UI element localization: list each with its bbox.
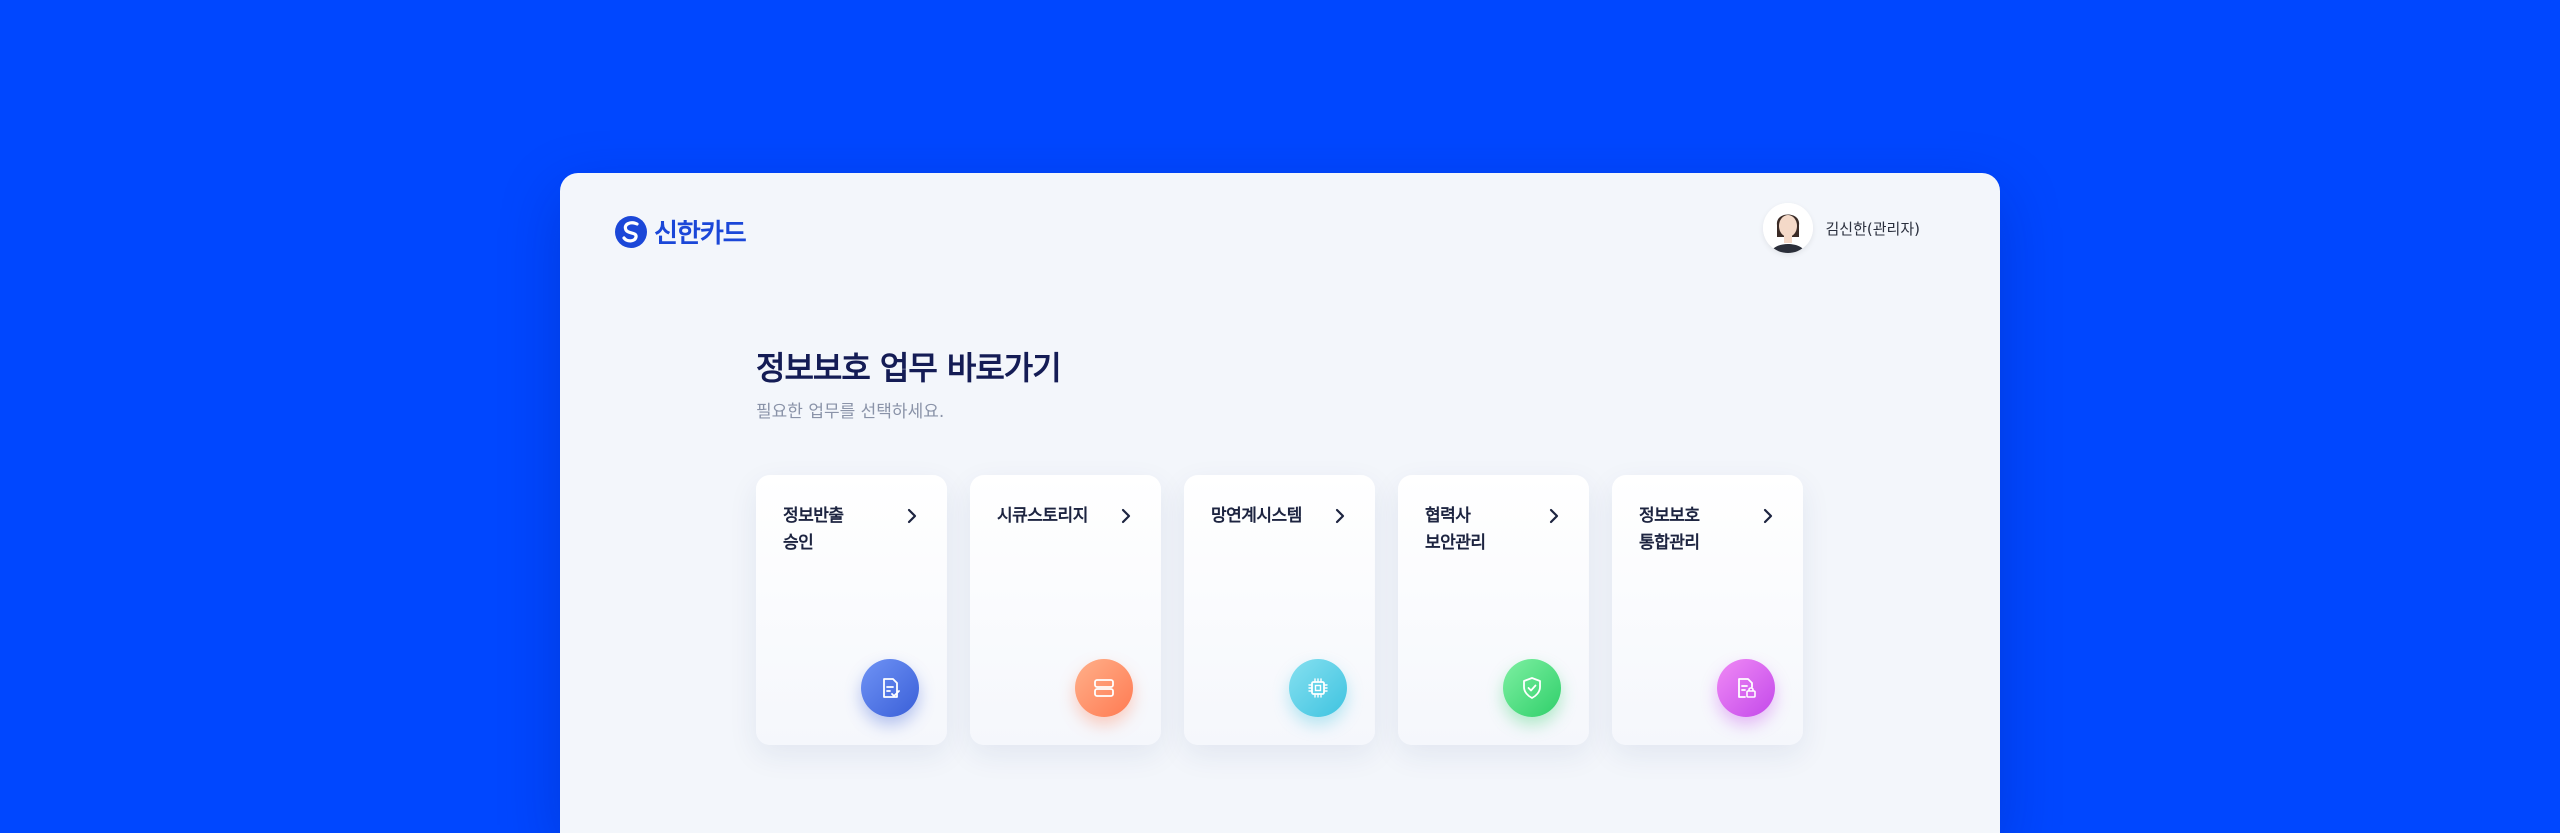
card-label: 정보보호 통합관리 [1639,506,1700,553]
chevron-right-icon [1121,508,1131,524]
card-label: 정보반출 승인 [783,506,844,553]
card-label: 협력사 보안관리 [1425,506,1486,553]
document-lock-icon [1717,659,1775,717]
page-title: 정보보호 업무 바로가기 [756,349,1062,387]
avatar [1763,203,1814,253]
card-label: 망연계시스템 [1211,506,1302,526]
card-info-export-approval[interactable]: 정보반출 승인 [756,475,947,745]
page-subtitle: 필요한 업무를 선택하세요. [756,402,945,422]
shortcut-cards: 정보반출 승인 시큐스토리지 망연계시스템 협력사 보안관리 정보보호 통합관리 [756,475,1803,745]
shinhan-logo-icon [615,215,647,248]
user-avatar-icon [1763,203,1814,253]
logo[interactable]: 신한카드 [614,213,747,250]
document-check-icon [861,659,919,717]
card-partner-security[interactable]: 협력사 보안관리 [1398,475,1589,745]
user-profile[interactable]: 김신한(관리자) [1763,203,1920,253]
logo-text: 신한카드 [654,219,747,249]
chevron-right-icon [907,508,917,524]
chevron-right-icon [1335,508,1345,524]
chevron-right-icon [1549,508,1559,524]
card-label: 시큐스토리지 [997,506,1088,526]
chip-icon [1289,659,1347,717]
storage-server-icon [1075,659,1133,717]
main-panel: 신한카드 김신한(관리자) 정보보호 업무 바로가기 필요한 업무를 선택하세요… [560,173,2000,833]
card-network-link-system[interactable]: 망연계시스템 [1184,475,1375,745]
card-secu-storage[interactable]: 시큐스토리지 [970,475,1161,745]
shield-check-icon [1503,659,1561,717]
card-integrated-security[interactable]: 정보보호 통합관리 [1612,475,1803,745]
user-name: 김신한(관리자) [1825,219,1920,238]
chevron-right-icon [1763,508,1773,524]
